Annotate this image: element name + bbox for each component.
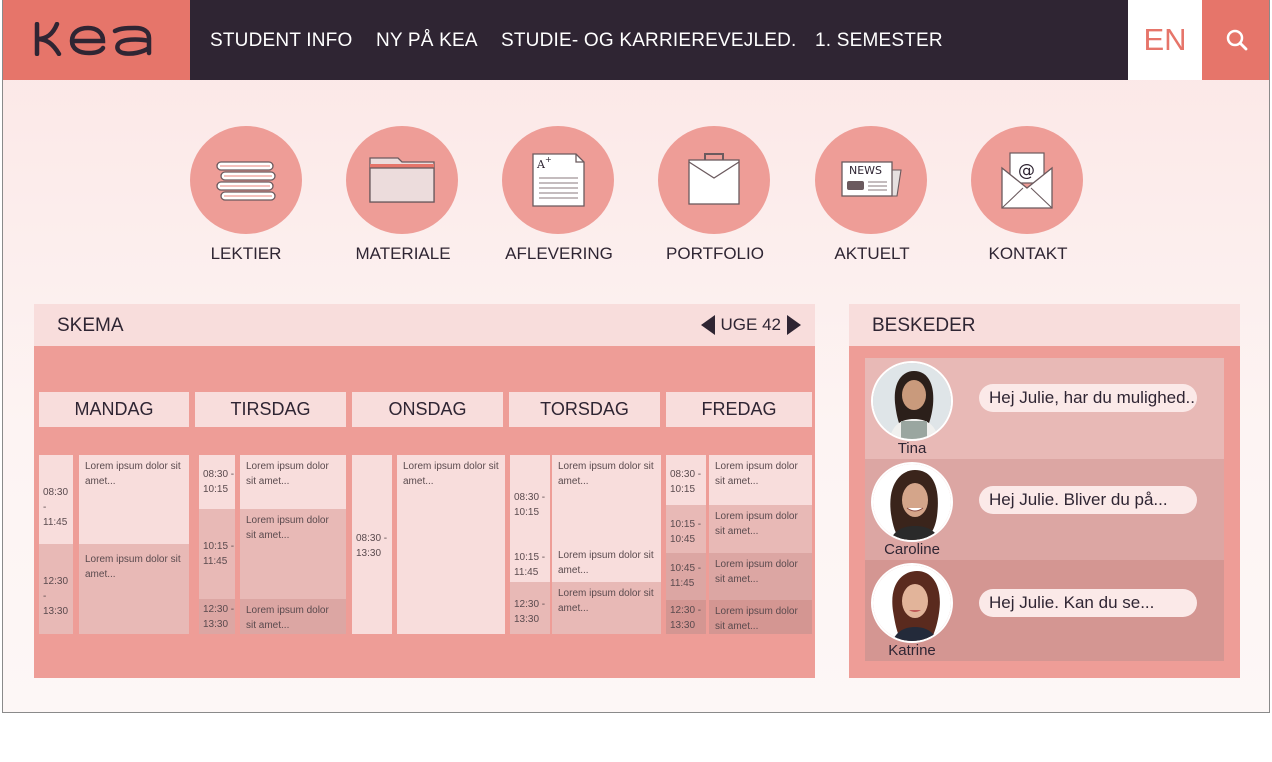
day-header-tirsdag: TIRSDAG <box>195 392 346 427</box>
schedule-header: SKEMA UGE 42 <box>34 304 815 346</box>
quicklink-kontakt-label[interactable]: KONTAKT <box>948 244 1108 264</box>
schedule-time: 12:30 - 13:30 <box>510 582 550 634</box>
envelope-icon: @ <box>1001 152 1053 209</box>
schedule-time: 08:30 - 11:45 <box>39 455 73 544</box>
quicklink-portfolio-label[interactable]: PORTFOLIO <box>635 244 795 264</box>
message-preview[interactable]: Hej Julie. Kan du se... <box>979 589 1197 617</box>
folder-icon <box>369 157 435 203</box>
message-sender-name: Katrine <box>888 642 936 659</box>
day-header-mandag: MANDAG <box>39 392 189 427</box>
message-preview[interactable]: Hej Julie. Bliver du på... <box>979 486 1197 514</box>
quicklink-aktuelt-button[interactable]: NEWS <box>815 126 927 234</box>
messages-header: BESKEDER <box>849 304 1240 346</box>
quicklink-aflevering-button[interactable]: A + <box>502 126 614 234</box>
avatar-katrine <box>871 563 953 643</box>
schedule-time: 08:30 - 10:15 <box>666 455 706 505</box>
schedule-time: 10:15 - 11:45 <box>510 544 550 582</box>
quicklink-materiale-button[interactable] <box>346 126 458 234</box>
day-header-onsdag: ONSDAG <box>352 392 503 427</box>
schedule-title: SKEMA <box>57 315 124 336</box>
schedule-event[interactable]: Lorem ipsum dolor sit amet... <box>709 600 812 634</box>
newspaper-icon: NEWS <box>841 161 902 197</box>
search-icon <box>1226 29 1248 51</box>
message-item-katrine[interactable]: Katrine Hej Julie. Kan du se... <box>865 560 1224 661</box>
nav-studie-karrierevejledning[interactable]: STUDIE- OG KARRIEREVEJLED. <box>501 30 797 52</box>
svg-text:NEWS: NEWS <box>849 164 882 177</box>
schedule-time: 08:30 - 13:30 <box>352 455 392 634</box>
nav-1-semester[interactable]: 1. SEMESTER <box>815 30 943 52</box>
svg-text:@: @ <box>1018 161 1035 181</box>
next-week-arrow-icon[interactable] <box>787 315 801 335</box>
quicklink-aflevering-label[interactable]: AFLEVERING <box>479 244 639 264</box>
avatar-image <box>873 464 951 540</box>
schedule-time: 08:30 - 10:15 <box>510 455 550 544</box>
kea-logo-mark: kea <box>34 22 152 56</box>
week-label: UGE 42 <box>720 315 781 334</box>
schedule-event[interactable]: Lorem ipsum dolor sit amet... <box>552 544 661 582</box>
message-sender-name: Tina <box>897 440 927 457</box>
day-header-fredag: FREDAG <box>666 392 812 427</box>
nav-ny-paa-kea[interactable]: NY PÅ KEA <box>376 30 478 52</box>
message-sender-name: Caroline <box>884 541 940 558</box>
schedule-event[interactable]: Lorem ipsum dolor sit amet... <box>79 455 189 544</box>
messages-title: BESKEDER <box>872 315 976 336</box>
schedule-time: 12:30 - 13:30 <box>199 599 235 634</box>
quicklink-aktuelt-label[interactable]: AKTUELT <box>792 244 952 264</box>
graded-document-icon: A + <box>532 153 585 207</box>
message-preview[interactable]: Hej Julie, har du mulighed... <box>979 384 1197 412</box>
schedule-time: 10:45 - 11:45 <box>666 553 706 600</box>
app-frame: kea STUDENT INFO NY PÅ KEA STUDIE- OG KA… <box>2 0 1270 713</box>
schedule-event[interactable]: Lorem ipsum dolor sit amet... <box>552 582 661 634</box>
schedule-time: 12:30 - 13:30 <box>39 544 73 634</box>
language-toggle-button[interactable]: EN <box>1128 0 1202 80</box>
schedule-event[interactable]: Lorem ipsum dolor sit amet... <box>709 505 812 553</box>
schedule-time: 12:30 - 13:30 <box>666 600 706 634</box>
schedule-event[interactable]: Lorem ipsum dolor sit amet... <box>397 455 505 634</box>
schedule-event[interactable]: Lorem ipsum dolor sit amet... <box>240 509 346 599</box>
books-icon <box>216 161 276 201</box>
avatar-caroline <box>871 462 953 542</box>
quicklink-materiale-label[interactable]: MATERIALE <box>323 244 483 264</box>
day-header-torsdag: TORSDAG <box>509 392 660 427</box>
avatar-tina <box>871 361 953 441</box>
quicklink-portfolio-button[interactable] <box>658 126 770 234</box>
schedule-time: 10:15 - 11:45 <box>199 509 235 599</box>
message-item-tina[interactable]: Tina Hej Julie, har du mulighed... <box>865 358 1224 459</box>
quicklink-lektier-button[interactable] <box>190 126 302 234</box>
schedule-event[interactable]: Lorem ipsum dolor sit amet... <box>240 599 346 634</box>
briefcase-icon <box>688 153 740 205</box>
quicklink-lektier-label[interactable]: LEKTIER <box>166 244 326 264</box>
search-button[interactable] <box>1202 0 1269 80</box>
quicklink-kontakt-button[interactable]: @ <box>971 126 1083 234</box>
schedule-event[interactable]: Lorem ipsum dolor sit amet... <box>240 455 346 509</box>
schedule-event[interactable]: Lorem ipsum dolor sit amet... <box>79 544 189 634</box>
schedule-event[interactable]: Lorem ipsum dolor sit amet... <box>552 455 661 544</box>
schedule-time: 08:30 - 10:15 <box>199 455 235 509</box>
avatar-image <box>873 363 951 439</box>
schedule-panel: SKEMA UGE 42 MANDAG TIRSDAG ONSDAG TORSD… <box>34 304 815 678</box>
schedule-event[interactable]: Lorem ipsum dolor sit amet... <box>709 455 812 505</box>
avatar-image <box>873 565 951 641</box>
messages-panel: BESKEDER Tina Hej Julie, har du mulighed… <box>849 304 1240 678</box>
week-navigator: UGE 42 <box>700 315 801 335</box>
nav-student-info[interactable]: STUDENT INFO <box>210 30 352 52</box>
kea-logo[interactable]: kea <box>3 0 190 80</box>
schedule-time: 10:15 - 10:45 <box>666 505 706 553</box>
schedule-event[interactable]: Lorem ipsum dolor sit amet... <box>709 553 812 600</box>
message-item-caroline[interactable]: Caroline Hej Julie. Bliver du på... <box>865 459 1224 560</box>
svg-text:+: + <box>545 155 552 164</box>
top-navigation-bar: kea STUDENT INFO NY PÅ KEA STUDIE- OG KA… <box>3 0 1269 80</box>
previous-week-arrow-icon[interactable] <box>700 315 715 335</box>
